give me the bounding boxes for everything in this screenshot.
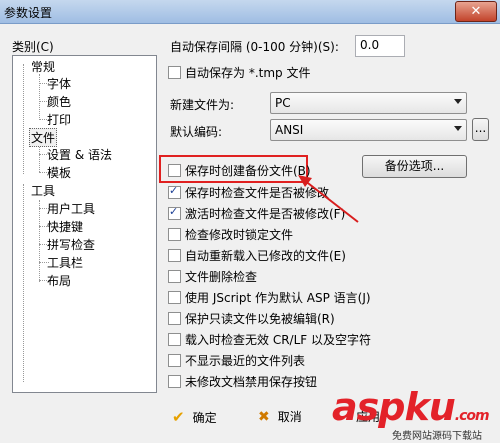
watermark-suffix: .com: [454, 408, 490, 424]
watermark-logo: aspku.com: [332, 385, 490, 429]
cancel-label: 取消: [277, 410, 302, 424]
cancel-button[interactable]: ✖ 取消: [258, 405, 302, 429]
ok-button[interactable]: ✔ 确定: [172, 405, 217, 429]
check-icon: ✔: [172, 408, 185, 426]
watermark-brand: aspku: [332, 385, 456, 429]
cross-icon: ✖: [258, 409, 270, 425]
annotation-arrow: [298, 175, 359, 223]
watermark-tagline: 免费网站源码下载站: [392, 427, 482, 442]
ok-label: 确定: [192, 411, 217, 425]
